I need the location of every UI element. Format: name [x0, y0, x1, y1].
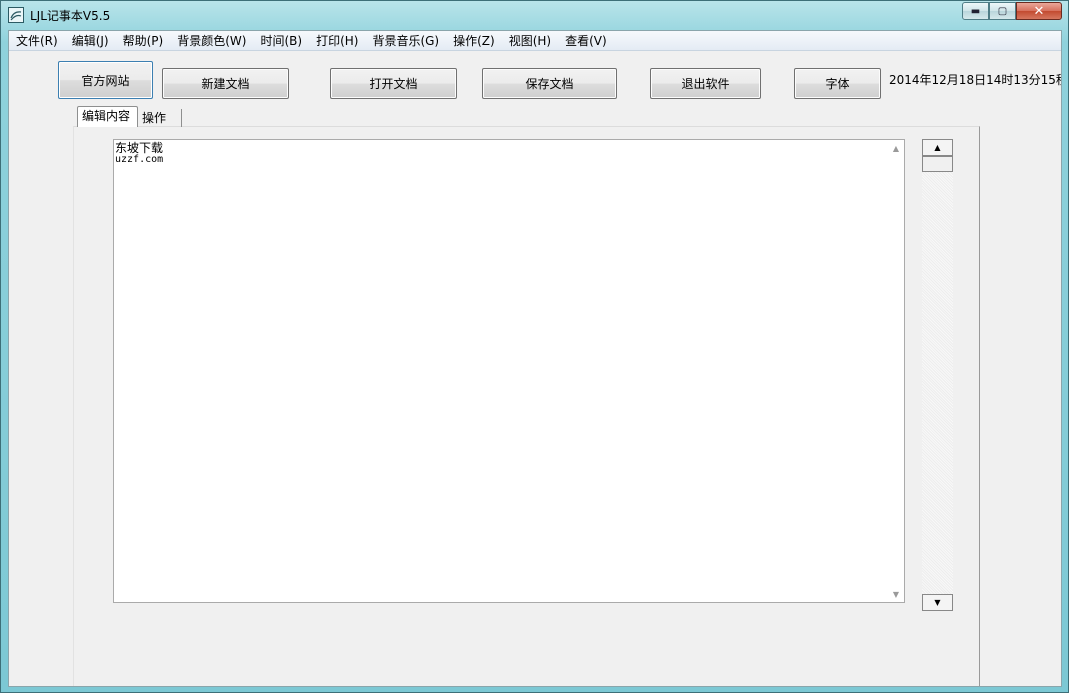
app-window: LJL记事本V5.5 ▬ ▢ ✕ 文件(R) 编辑(J) 帮助(P) 背景颜色(… [0, 0, 1069, 693]
menu-help[interactable]: 帮助(P) [116, 31, 171, 50]
editor-scroll-up-icon[interactable]: ▲ [888, 140, 904, 156]
editor-scrollbar[interactable]: ▲ ▼ [888, 140, 904, 602]
scroll-up-icon: ▲ [934, 143, 941, 152]
close-button[interactable]: ✕ [1016, 2, 1062, 20]
maximize-button[interactable]: ▢ [989, 2, 1016, 20]
scroll-down-button[interactable]: ▼ [922, 594, 953, 611]
tab-operation[interactable]: 操作 [138, 109, 182, 127]
minimize-button[interactable]: ▬ [962, 2, 989, 20]
close-icon: ✕ [1033, 3, 1045, 19]
menu-file[interactable]: 文件(R) [9, 31, 65, 50]
editor-content: 东坡下载 uzzf.com [115, 142, 163, 165]
window-title: LJL记事本V5.5 [30, 9, 111, 23]
app-icon[interactable] [8, 7, 24, 23]
menu-view[interactable]: 视图(H) [502, 31, 558, 50]
datetime-label: 2014年12月18日14时13分15秒 [889, 73, 1062, 87]
website-button[interactable]: 官方网站 [58, 61, 153, 99]
tab-edit-content[interactable]: 编辑内容 [77, 106, 138, 127]
maximize-icon: ▢ [997, 5, 1008, 17]
menu-bg-music[interactable]: 背景音乐(G) [365, 31, 446, 50]
minimize-icon: ▬ [970, 5, 981, 17]
scroll-thumb[interactable] [922, 156, 953, 172]
vertical-scrollbar[interactable]: ▲ ▼ [922, 139, 953, 611]
new-document-button[interactable]: 新建文档 [162, 68, 289, 99]
client-area: 文件(R) 编辑(J) 帮助(P) 背景颜色(W) 时间(B) 打印(H) 背景… [8, 30, 1062, 687]
scroll-up-button[interactable]: ▲ [922, 139, 953, 156]
font-button[interactable]: 字体 [794, 68, 881, 99]
menu-bar: 文件(R) 编辑(J) 帮助(P) 背景颜色(W) 时间(B) 打印(H) 背景… [9, 31, 1061, 51]
menu-bg-color[interactable]: 背景颜色(W) [170, 31, 253, 50]
scroll-down-icon: ▼ [934, 598, 941, 607]
title-bar[interactable]: LJL记事本V5.5 ▬ ▢ ✕ [1, 1, 1068, 29]
exit-button[interactable]: 退出软件 [650, 68, 761, 99]
menu-time[interactable]: 时间(B) [253, 31, 309, 50]
caption-buttons: ▬ ▢ ✕ [962, 2, 1062, 21]
save-document-button[interactable]: 保存文档 [482, 68, 617, 99]
editor-line: uzzf.com [115, 154, 164, 165]
editor-line: 东坡下载 [115, 141, 164, 155]
menu-operation[interactable]: 操作(Z) [446, 31, 502, 50]
menu-print[interactable]: 打印(H) [309, 31, 365, 50]
open-document-button[interactable]: 打开文档 [330, 68, 457, 99]
menu-edit[interactable]: 编辑(J) [65, 31, 116, 50]
editor-scroll-down-icon[interactable]: ▼ [888, 586, 904, 602]
text-editor[interactable]: 东坡下载 uzzf.com ▲ ▼ [113, 139, 905, 603]
menu-inspect[interactable]: 查看(V) [558, 31, 614, 50]
